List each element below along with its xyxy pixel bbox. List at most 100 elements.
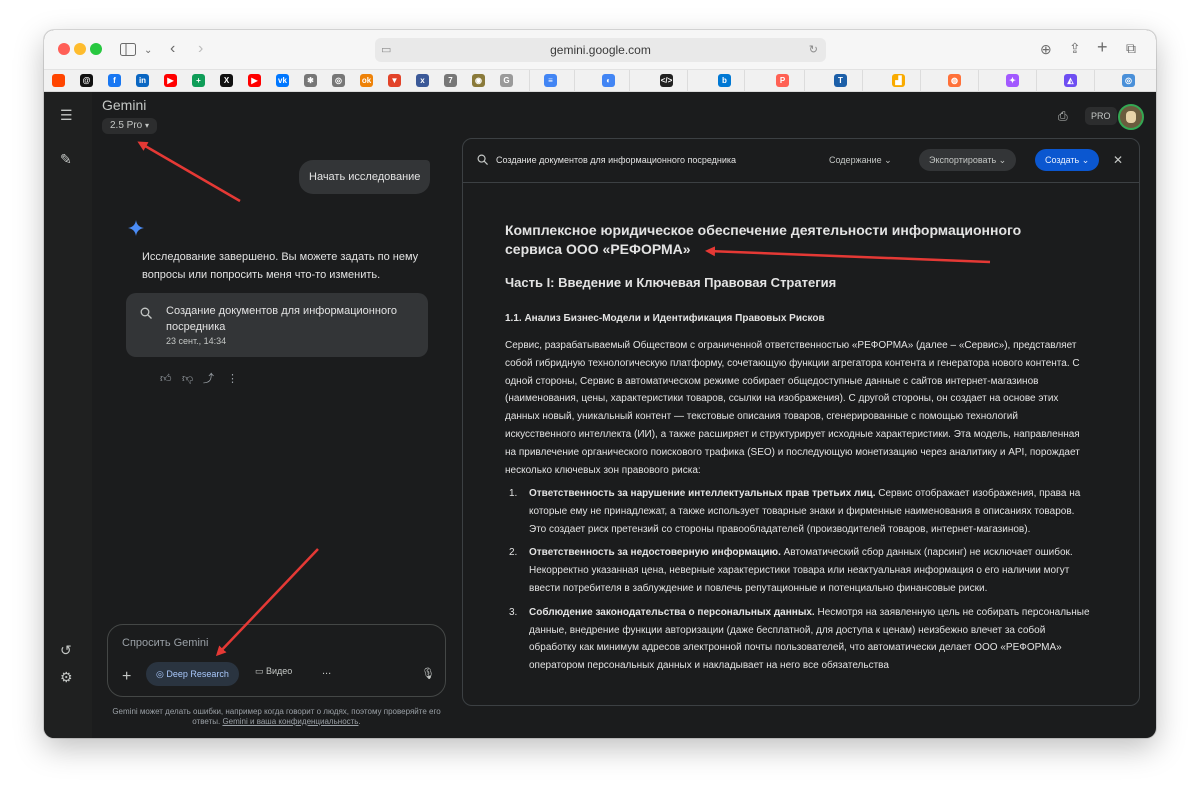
thumbs-up-icon[interactable]: 👍︎ — [160, 374, 172, 385]
vk-icon[interactable]: vk — [276, 74, 289, 87]
globe-icon[interactable]: ✱ — [304, 74, 317, 87]
contents-label: Содержание — [829, 155, 882, 165]
odnoklassniki-icon[interactable]: ok — [360, 74, 373, 87]
create-button[interactable]: Создать ⌄ — [1035, 149, 1100, 171]
back-arrow-icon[interactable]: ‹ — [170, 41, 175, 57]
prompt-input-box[interactable]: Спросить Gemini + ◎ Deep Research ▭ Виде… — [107, 624, 446, 697]
close-window-button[interactable] — [58, 43, 70, 55]
chevron-down-icon[interactable]: ⌄ — [144, 44, 152, 58]
deep-research-icon — [477, 154, 488, 168]
create-label: Создать — [1045, 155, 1080, 165]
youtube-icon[interactable]: ▶ — [248, 74, 261, 87]
sidebar-toggle-icon[interactable] — [120, 43, 136, 58]
reload-icon[interactable]: ↻ — [809, 38, 818, 62]
linkedin-icon[interactable]: in — [136, 74, 149, 87]
history-icon[interactable]: ↺ — [60, 643, 72, 657]
youtube-icon[interactable]: ▶ — [164, 74, 177, 87]
figma-icon[interactable]: ✦ — [1006, 74, 1019, 87]
privacy-link[interactable]: Gemini и ваша конфиденциальность — [222, 717, 358, 726]
favorites-divider — [574, 70, 575, 92]
add-icon[interactable]: + — [122, 668, 131, 686]
side-rail: ☰ ✎ ↺ ⚙ — [44, 92, 92, 738]
list-number: 1. — [509, 488, 518, 499]
deep-research-label: Deep Research — [166, 669, 229, 679]
download-icon[interactable]: ⊕ — [1040, 42, 1052, 56]
arc-icon[interactable]: ◭ — [1064, 74, 1077, 87]
subsection-heading: 1.1. Анализ Бизнес-Модели и Идентификаци… — [505, 313, 825, 324]
favorites-divider — [920, 70, 921, 92]
grammarly-icon[interactable]: G — [500, 74, 513, 87]
zoom-window-button[interactable] — [90, 43, 102, 55]
x-mark-icon[interactable]: x — [416, 74, 429, 87]
minimize-window-button[interactable] — [74, 43, 86, 55]
list-item: 3. Соблюдение законодательства о персонал… — [505, 604, 1090, 675]
bing-icon[interactable]: b — [718, 74, 731, 87]
producthunt-icon[interactable]: P — [776, 74, 789, 87]
list-item-bold: Соблюдение законодательства о персональн… — [529, 606, 815, 618]
chevron-down-icon: ⌄ — [884, 155, 892, 165]
more-tools-button[interactable]: ... — [322, 665, 331, 677]
compass-icon[interactable]: ◎ — [332, 74, 345, 87]
research-card[interactable]: Создание документов для информационного … — [126, 293, 428, 357]
favorites-divider — [804, 70, 805, 92]
favorites-divider — [687, 70, 688, 92]
address-bar[interactable]: ▭ gemini.google.com ↻ — [375, 38, 826, 62]
new-chat-icon[interactable]: ✎ — [60, 152, 72, 166]
print-icon[interactable]: ⎙ — [1058, 109, 1068, 124]
page-settings-icon[interactable]: ▭ — [381, 38, 391, 62]
video-button[interactable]: ▭ Видео — [255, 666, 292, 677]
web-icon[interactable]: ◎ — [1122, 74, 1135, 87]
app-title: Gemini — [102, 97, 147, 113]
favorites-divider — [1036, 70, 1037, 92]
url-text: gemini.google.com — [550, 43, 651, 57]
list-item: 2. Ответственность за недостоверную инфор… — [505, 544, 1090, 597]
pro-badge[interactable]: PRO — [1085, 107, 1117, 125]
microphone-icon[interactable]: 🎙︎ — [421, 667, 435, 680]
gitlab-icon[interactable]: ▼ — [388, 74, 401, 87]
risk-list: 1. Ответственность за нарушение интеллект… — [505, 485, 1090, 681]
chevron-down-icon: ⌄ — [998, 155, 1007, 165]
threads-icon[interactable]: @ — [80, 74, 93, 87]
contents-button[interactable]: Содержание ⌄ — [829, 155, 892, 166]
disclaimer: Gemini может делать ошибки, например ког… — [104, 707, 449, 727]
firefox-icon[interactable]: ◍ — [948, 74, 961, 87]
caret-down-icon: ▾ — [145, 121, 150, 130]
body-paragraph: Сервис, разрабатываемый Обществом с огра… — [505, 340, 1080, 476]
avatar[interactable] — [1118, 104, 1144, 130]
share-icon[interactable]: ⇪ — [1069, 41, 1081, 55]
list-item: 1. Ответственность за нарушение интеллект… — [505, 485, 1090, 538]
extension-icon[interactable]: ◉ — [472, 74, 485, 87]
typography-icon[interactable]: T — [834, 74, 847, 87]
export-button[interactable]: Экспортировать ⌄ — [919, 149, 1017, 171]
tab-overview-icon[interactable]: ⧉ — [1126, 41, 1136, 55]
new-tab-icon[interactable]: + — [1097, 38, 1108, 56]
browser-window: ⌄ ‹ › ▭ gemini.google.com ↻ ⊕ ⇪ + ⧉ @ f in… — [44, 30, 1156, 738]
thumbs-down-icon[interactable]: 👎︎ — [182, 374, 193, 385]
chrome-icon[interactable]: ◐ — [602, 74, 615, 87]
gemini-spark-icon — [128, 220, 144, 241]
prompt-input[interactable]: Спросить Gemini — [122, 637, 208, 649]
x-icon[interactable]: X — [220, 74, 233, 87]
deep-research-button[interactable]: ◎ Deep Research — [146, 662, 239, 686]
favorites-divider — [744, 70, 745, 92]
facebook-icon[interactable]: f — [108, 74, 121, 87]
seven-icon[interactable]: 7 — [444, 74, 457, 87]
close-icon[interactable]: ✕ — [1113, 153, 1123, 167]
code-icon[interactable]: </> — [660, 74, 673, 87]
panel-title: Создание документов для информационного … — [496, 155, 737, 165]
settings-icon[interactable]: ⚙ — [60, 670, 73, 684]
docs-icon[interactable]: ≡ — [544, 74, 557, 87]
user-message: Начать исследование — [299, 160, 431, 194]
sheets-icon[interactable]: + — [192, 74, 205, 87]
analytics-icon[interactable]: ▟ — [892, 74, 905, 87]
share-icon[interactable]: ⤴ — [203, 374, 214, 385]
favorites-divider — [862, 70, 863, 92]
forward-arrow-icon[interactable]: › — [198, 41, 203, 57]
reddit-icon[interactable] — [52, 74, 65, 87]
model-selector[interactable]: 2.5 Pro ▾ — [102, 118, 158, 134]
menu-icon[interactable]: ☰ — [60, 108, 73, 122]
research-card-date: 23 сент., 14:34 — [166, 336, 227, 346]
deep-research-icon: ◎ — [156, 669, 167, 679]
export-label: Экспортировать — [929, 155, 997, 165]
more-vert-icon[interactable]: ⋮ — [227, 374, 238, 385]
